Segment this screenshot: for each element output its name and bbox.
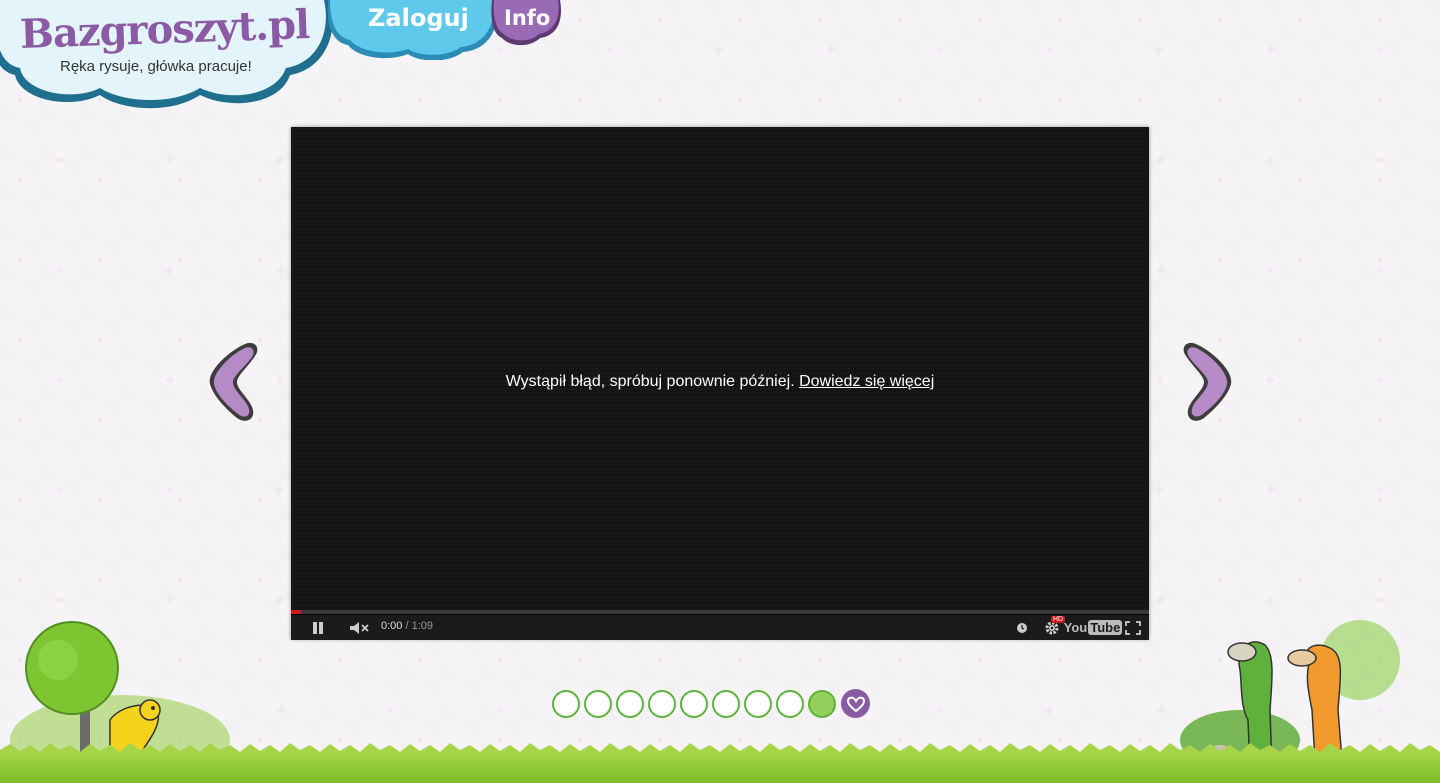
previous-arrow-icon[interactable] — [207, 340, 261, 424]
video-error-message: Wystąpił błąd, spróbuj ponownie później.… — [291, 373, 1149, 391]
heart-icon — [846, 696, 865, 712]
mute-button[interactable] — [347, 615, 373, 640]
youtube-logo: You Tube — [1064, 620, 1123, 635]
video-error-text: Wystąpił błąd, spróbuj ponownie później. — [505, 373, 795, 390]
fullscreen-button[interactable] — [1121, 615, 1145, 640]
youtube-logo-you: You — [1063, 620, 1088, 635]
video-time: 0:00 / 1:09 — [381, 620, 433, 632]
pagination-dot[interactable] — [680, 690, 708, 718]
pagination-dot[interactable] — [776, 690, 804, 718]
video-screen[interactable] — [291, 127, 1149, 610]
pagination-dot[interactable] — [808, 690, 836, 718]
site-tagline: Ręka rysuje, główka pracuje! — [60, 58, 252, 75]
current-time: 0:00 — [381, 620, 403, 632]
watch-later-button[interactable] — [1011, 615, 1033, 640]
slide-pagination — [552, 689, 870, 718]
pagination-dot[interactable] — [584, 690, 612, 718]
pagination-dot[interactable] — [712, 690, 740, 718]
next-arrow-icon[interactable] — [1180, 340, 1234, 424]
pagination-dot[interactable] — [648, 690, 676, 718]
video-controls: 0:00 / 1:09 HD You Tube — [291, 614, 1149, 640]
pagination-dot[interactable] — [552, 690, 580, 718]
info-button[interactable]: Info — [504, 6, 550, 30]
video-duration: / 1:09 — [405, 620, 434, 632]
login-button[interactable]: Zaloguj — [368, 4, 469, 32]
settings-button[interactable]: HD — [1039, 615, 1066, 640]
pagination-dot[interactable] — [616, 690, 644, 718]
pause-button[interactable] — [307, 615, 329, 640]
grass-ground — [0, 752, 1440, 783]
fullscreen-icon — [1125, 620, 1141, 635]
learn-more-link[interactable]: Dowiedz się więcej — [799, 373, 934, 390]
youtube-logo-button[interactable]: You Tube — [1064, 615, 1123, 640]
video-player[interactable]: Wystąpił błąd, spróbuj ponownie później.… — [291, 127, 1149, 640]
youtube-logo-tube: Tube — [1088, 620, 1123, 635]
muted-speaker-icon — [350, 621, 369, 634]
pagination-dot[interactable] — [744, 690, 772, 718]
clock-icon — [1017, 622, 1027, 633]
pause-icon — [313, 621, 323, 634]
heart-button[interactable] — [841, 689, 870, 718]
